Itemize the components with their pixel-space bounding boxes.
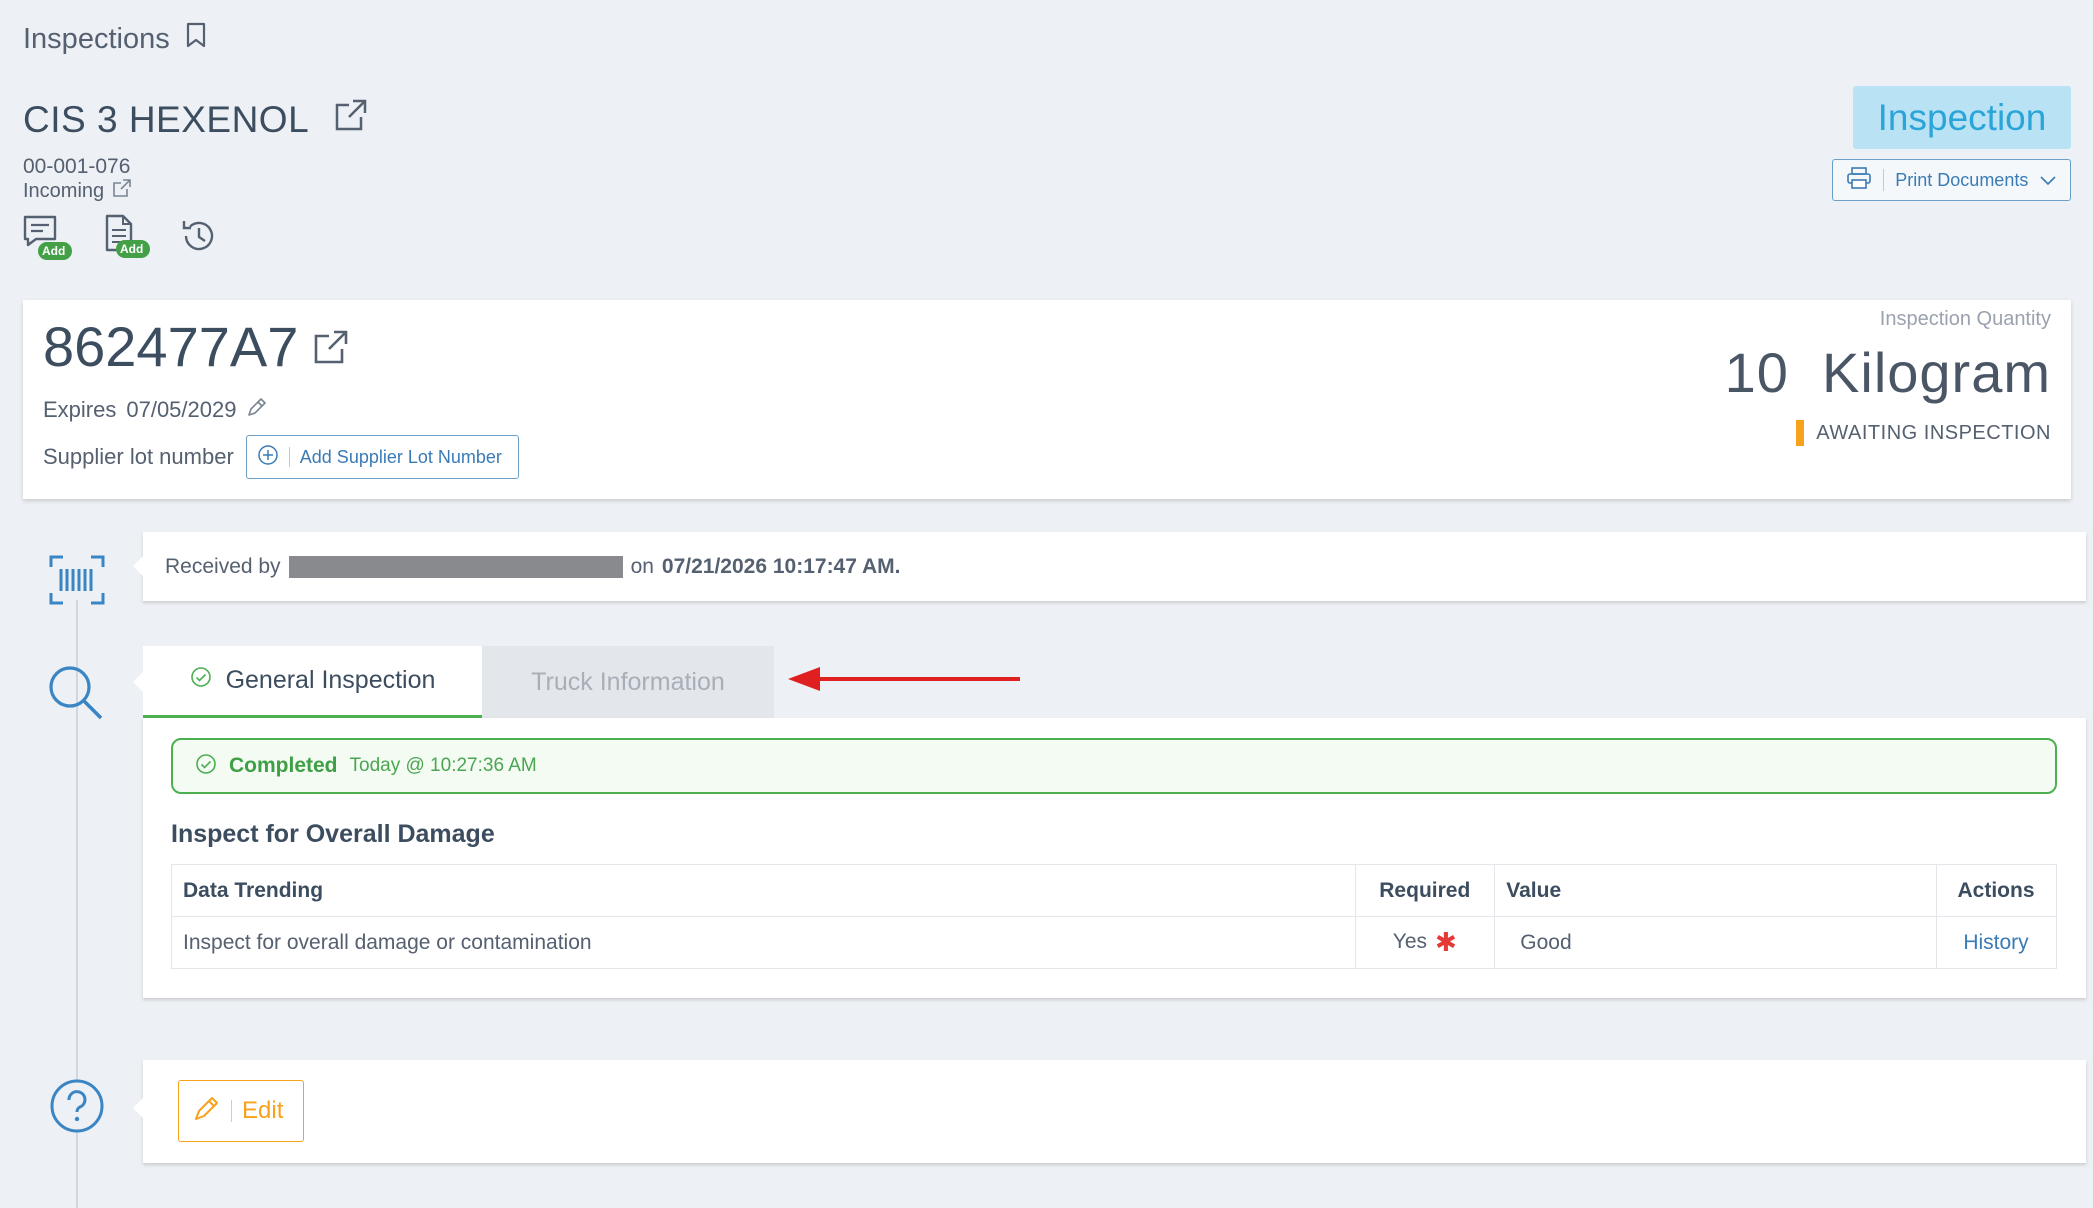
card-pointer [133,672,143,692]
required-value: Yes [1392,930,1428,954]
chevron-down-icon [2040,170,2056,191]
external-link-icon[interactable] [312,314,350,379]
expires-value: 07/05/2029 [126,397,237,422]
table-row: Inspect for overall damage or contaminat… [170,916,2057,969]
add-badge: Add [42,244,66,258]
breadcrumb: Inspections [23,22,206,56]
inspection-table: Data Trending Required Value Actions Ins… [170,864,2057,969]
edit-label: Edit [242,1097,284,1124]
add-comment-icon[interactable]: Add [22,214,74,262]
received-on: on [630,554,654,578]
inspection-badge: Inspection [1853,86,2071,149]
edit-button[interactable]: Edit [178,1080,304,1142]
check-circle-icon [195,753,217,780]
tab-label: Truck Information [531,667,725,696]
row-name: Inspect for overall damage or contaminat… [170,916,1357,969]
completed-time: Today @ 10:27:36 AM [349,755,537,776]
help-icon [47,1076,107,1136]
status-indicator [1796,420,1805,446]
bookmark-icon[interactable] [186,22,206,56]
header-actions: Add Add [22,214,218,262]
tab-general-inspection[interactable]: General Inspection [143,646,482,718]
received-prefix: Received by [165,554,281,578]
column-header: Value [1494,864,1938,917]
search-icon [46,663,106,723]
product-code: 00-001-076 [23,155,131,178]
row-actions: History [1936,916,2057,969]
lot-number-row: 862477A7 [43,314,350,379]
annotation-arrow [788,666,1020,697]
lot-number: 862477A7 [43,315,299,378]
plus-circle-icon [257,444,279,471]
status-badge: AWAITING INSPECTION [1796,420,2051,446]
required-asterisk-icon: ✱ [1435,927,1457,957]
supplier-lot-label: Supplier lot number [43,444,234,469]
add-document-icon[interactable]: Add [102,214,152,262]
inspection-panel: Completed Today @ 10:27:36 AM Inspect fo… [143,718,2086,998]
breadcrumb-label[interactable]: Inspections [23,23,170,56]
check-circle-icon [190,666,212,695]
lot-card: 862477A7 Expires 07/05/2029 Supplier lot… [23,300,2071,499]
expires-row: Expires 07/05/2029 [43,396,268,424]
section-title: Inspect for Overall Damage [171,820,495,848]
direction-line: Incoming [23,178,132,204]
expires-label: Expires [43,397,117,422]
print-documents-button[interactable]: Print Documents [1832,159,2071,201]
pencil-icon [193,1094,221,1129]
printer-icon [1847,166,1871,194]
barcode-icon [47,550,107,610]
row-required: Yes ✱ [1355,916,1496,969]
redacted-name [288,555,623,578]
status-label: AWAITING INSPECTION [1816,421,2051,444]
column-header: Data Trending [170,864,1357,917]
pencil-icon[interactable] [246,396,268,424]
received-datetime: 07/21/2026 10:17:47 AM. [661,554,901,578]
product-name: CIS 3 HEXENOL [23,98,310,140]
card-pointer [133,1098,143,1118]
column-header: Required [1355,864,1496,917]
completed-label: Completed [229,754,338,777]
add-supplier-lot-button[interactable]: Add Supplier Lot Number [245,435,519,479]
print-documents-label: Print Documents [1895,169,2029,190]
row-value: Good [1494,916,1938,969]
table-header-row: Data Trending Required Value Actions [170,864,2057,917]
tab-label: General Inspection [225,666,436,694]
column-header: Actions [1936,864,2057,917]
add-supplier-lot-label: Add Supplier Lot Number [299,446,502,467]
page-title: CIS 3 HEXENOL [23,97,369,142]
received-card: Received by on 07/21/2026 10:17:47 AM. [143,532,2086,601]
card-pointer [133,556,143,576]
tab-truck-information[interactable]: Truck Information [482,646,774,718]
inspection-quantity-label: Inspection Quantity [1879,308,2051,330]
external-link-icon[interactable] [112,178,132,204]
history-link[interactable]: History [1963,931,2028,954]
edit-card: Edit [143,1060,2086,1163]
external-link-icon[interactable] [333,97,369,142]
inspection-tabs: General Inspection Truck Information [143,646,774,718]
add-badge: Add [120,242,144,256]
direction-label: Incoming [23,179,105,202]
completed-banner: Completed Today @ 10:27:36 AM [171,738,2057,794]
history-icon[interactable] [180,217,218,260]
inspection-quantity-value: 10 Kilogram [1724,341,2051,404]
supplier-lot-row: Supplier lot number Add Supplier Lot Num… [43,435,519,479]
